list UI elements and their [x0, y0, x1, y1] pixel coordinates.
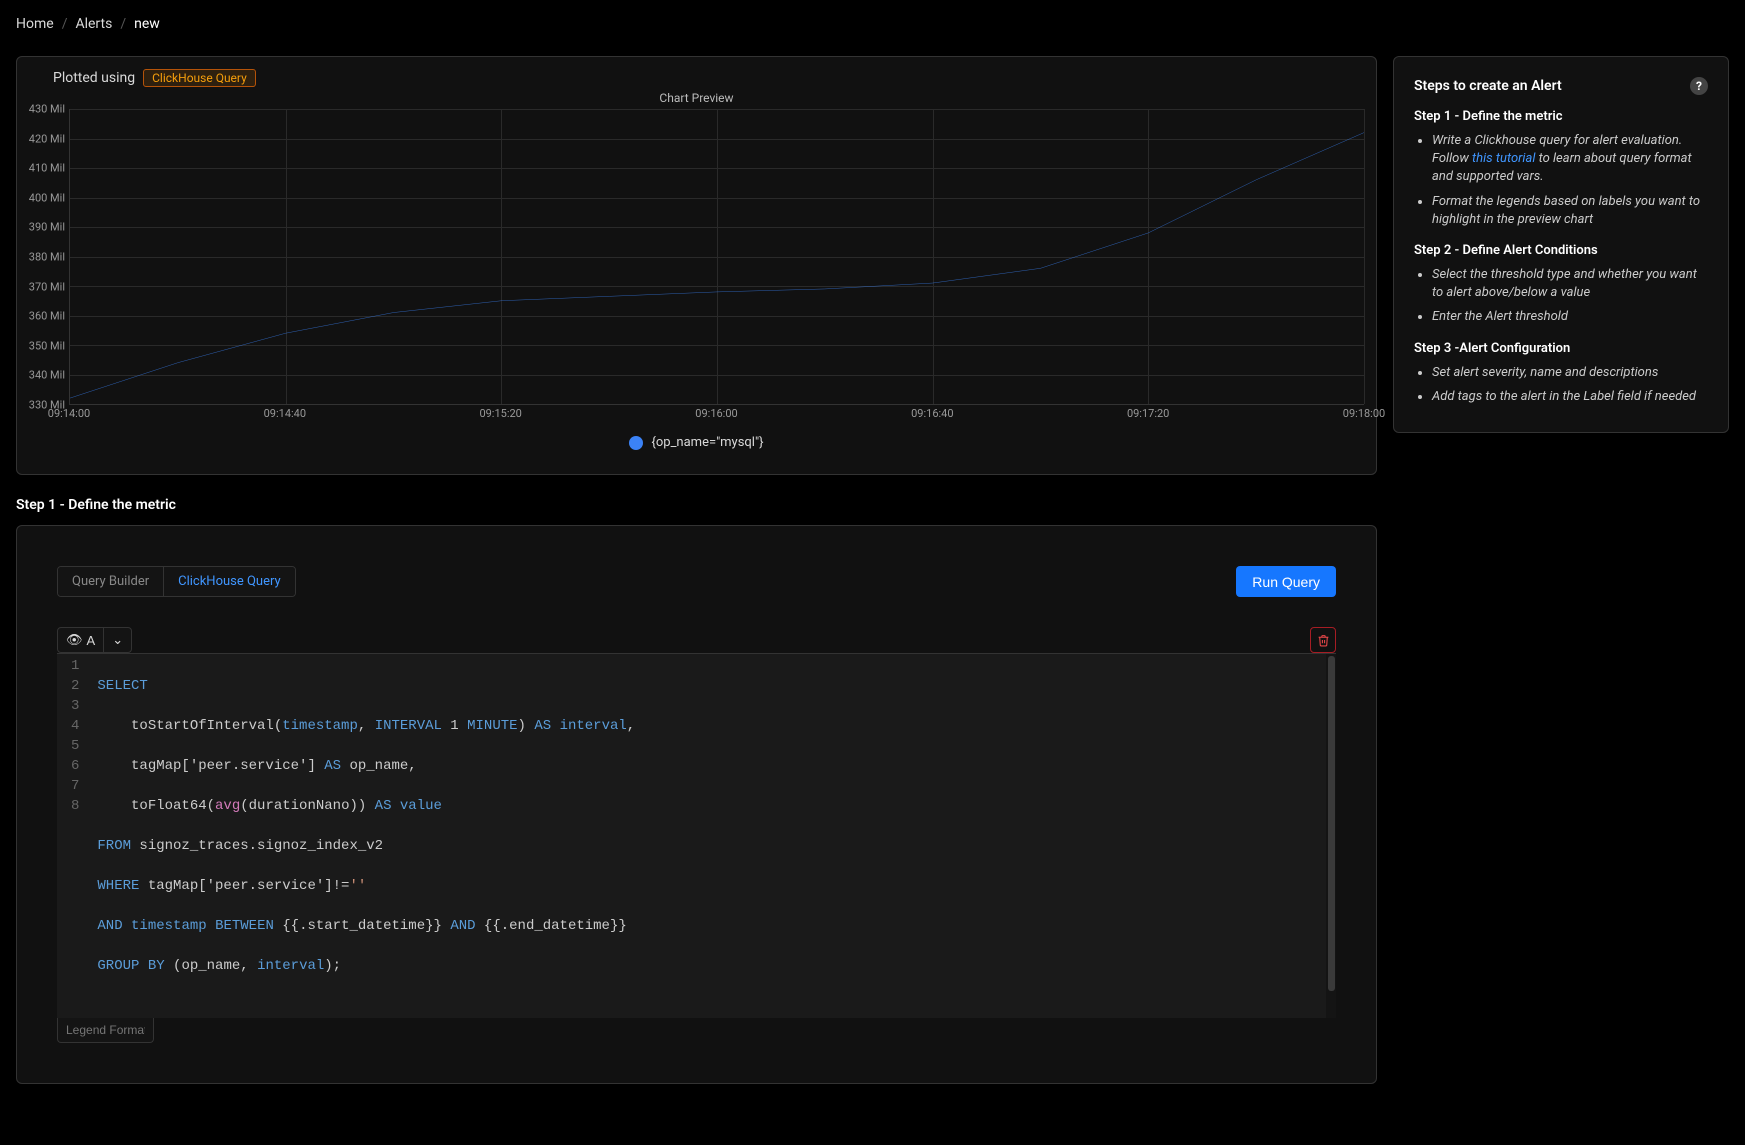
- step2-heading: Step 2 - Define Alert Conditions: [1414, 243, 1708, 258]
- y-tick: 380 Mil: [29, 251, 65, 264]
- chart-title: Chart Preview: [29, 91, 1364, 105]
- step2-bullet: Enter the Alert threshold: [1432, 308, 1708, 326]
- code-content[interactable]: SELECT toStartOfInterval(timestamp, INTE…: [89, 654, 1336, 1018]
- section-title-step1: Step 1 - Define the metric: [16, 497, 1377, 513]
- y-tick: 360 Mil: [29, 310, 65, 323]
- delete-query-button[interactable]: [1310, 627, 1336, 653]
- legend-label: {op_name="mysql"}: [651, 435, 763, 450]
- scrollbar[interactable]: [1326, 654, 1336, 1018]
- chart-area[interactable]: 430 Mil 420 Mil 410 Mil 400 Mil 390 Mil …: [29, 109, 1364, 405]
- y-tick: 370 Mil: [29, 280, 65, 293]
- y-tick: 400 Mil: [29, 191, 65, 204]
- x-tick: 09:18:00: [1343, 407, 1385, 420]
- y-tick: 430 Mil: [29, 103, 65, 116]
- chart-preview-panel: Plotted using ClickHouse Query Chart Pre…: [16, 56, 1377, 475]
- y-tick: 350 Mil: [29, 339, 65, 352]
- tab-clickhouse-query[interactable]: ClickHouse Query: [163, 567, 295, 596]
- x-tick: 09:17:20: [1127, 407, 1169, 420]
- run-query-button[interactable]: Run Query: [1236, 566, 1336, 597]
- step1-bullet: Format the legends based on labels you w…: [1432, 193, 1708, 229]
- y-tick: 390 Mil: [29, 221, 65, 234]
- x-tick: 09:14:40: [264, 407, 306, 420]
- y-axis: 430 Mil 420 Mil 410 Mil 400 Mil 390 Mil …: [29, 109, 69, 405]
- breadcrumb-home[interactable]: Home: [16, 16, 54, 32]
- step3-bullet: Add tags to the alert in the Label field…: [1432, 388, 1708, 406]
- line-series: [70, 109, 1364, 404]
- trash-icon: [1317, 634, 1330, 647]
- query-letter-label: A: [87, 633, 96, 648]
- breadcrumb-sep: /: [62, 16, 68, 32]
- steps-panel: Steps to create an Alert ? Step 1 - Defi…: [1393, 56, 1729, 433]
- collapse-query-button[interactable]: ⌄: [104, 627, 132, 653]
- legend-format-input[interactable]: [57, 1018, 154, 1043]
- eye-icon: 👁: [66, 632, 83, 648]
- chevron-down-icon: ⌄: [112, 632, 123, 648]
- help-icon[interactable]: ?: [1690, 77, 1708, 95]
- query-mode-tabs: Query Builder ClickHouse Query: [57, 566, 296, 597]
- step1-bullet: Write a Clickhouse query for alert evalu…: [1432, 132, 1708, 187]
- step1-heading: Step 1 - Define the metric: [1414, 109, 1708, 124]
- y-tick: 420 Mil: [29, 132, 65, 145]
- legend-dot-icon: [629, 436, 643, 450]
- y-tick: 410 Mil: [29, 162, 65, 175]
- step2-bullet: Select the threshold type and whether yo…: [1432, 266, 1708, 302]
- step3-bullet: Set alert severity, name and description…: [1432, 364, 1708, 382]
- breadcrumb: Home / Alerts / new: [16, 16, 1729, 32]
- tutorial-link[interactable]: this tutorial: [1472, 151, 1535, 166]
- breadcrumb-current: new: [134, 16, 160, 32]
- x-axis: 09:14:00 09:14:40 09:15:20 09:16:00 09:1…: [69, 405, 1364, 421]
- plot-region[interactable]: [69, 109, 1364, 405]
- breadcrumb-alerts[interactable]: Alerts: [75, 16, 112, 32]
- chart-legend[interactable]: {op_name="mysql"}: [29, 435, 1364, 450]
- step3-heading: Step 3 -Alert Configuration: [1414, 341, 1708, 356]
- x-tick: 09:16:40: [911, 407, 953, 420]
- code-editor[interactable]: 12345678 SELECT toStartOfInterval(timest…: [57, 653, 1336, 1018]
- toggle-query-visibility-button[interactable]: 👁 A: [57, 627, 104, 653]
- plotted-using-label: Plotted using: [53, 70, 135, 86]
- x-tick: 09:15:20: [479, 407, 521, 420]
- tab-query-builder[interactable]: Query Builder: [58, 567, 163, 596]
- query-mode-tag: ClickHouse Query: [143, 69, 256, 87]
- steps-title: Steps to create an Alert: [1414, 78, 1562, 94]
- x-tick: 09:14:00: [48, 407, 90, 420]
- y-tick: 340 Mil: [29, 369, 65, 382]
- breadcrumb-sep: /: [120, 16, 126, 32]
- query-editor-panel: Query Builder ClickHouse Query Run Query…: [16, 525, 1377, 1084]
- x-tick: 09:16:00: [695, 407, 737, 420]
- line-gutter: 12345678: [57, 654, 89, 1018]
